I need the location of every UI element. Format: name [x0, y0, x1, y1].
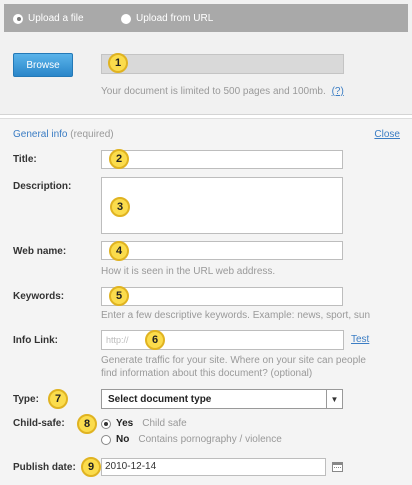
type-selected-value: Select document type — [108, 393, 212, 405]
limit-text: Your document is limited to 500 pages an… — [101, 86, 326, 97]
general-info-panel: General info (required) Close Title: 2 D… — [0, 118, 412, 485]
upload-url-label: Upload from URL — [136, 13, 214, 24]
infolink-label: Info Link: — [13, 335, 58, 346]
infolink-hint-line2: find information about this document? (o… — [101, 368, 313, 379]
keywords-hint: Enter a few descriptive keywords. Exampl… — [101, 310, 371, 321]
help-link[interactable]: (?) — [332, 86, 344, 97]
file-path-field[interactable] — [101, 54, 344, 74]
marker-9: 9 — [81, 457, 101, 477]
webname-label: Web name: — [13, 246, 67, 257]
infolink-input[interactable]: http:// — [101, 330, 344, 350]
no-label: No — [116, 434, 130, 445]
heading-text: General info — [13, 129, 68, 140]
marker-6: 6 — [145, 330, 165, 350]
marker-2: 2 — [109, 149, 129, 169]
upload-panel: Upload a file Upload from URL Browse 1 Y… — [0, 0, 412, 115]
childsafe-yes-option[interactable]: Yes Child safe — [101, 418, 187, 429]
marker-1: 1 — [108, 53, 128, 73]
no-description: Contains pornography / violence — [138, 434, 282, 445]
upload-file-radio[interactable]: Upload a file — [13, 13, 84, 24]
childsafe-no-option[interactable]: No Contains pornography / violence — [101, 434, 282, 445]
upload-url-radio[interactable]: Upload from URL — [121, 13, 213, 24]
calendar-icon[interactable] — [332, 462, 343, 472]
infolink-placeholder: http:// — [106, 335, 129, 345]
publish-date-label: Publish date: — [13, 462, 76, 473]
yes-label: Yes — [116, 418, 134, 429]
childsafe-label: Child-safe: — [13, 418, 65, 429]
title-label: Title: — [13, 154, 37, 165]
radio-selected-icon — [101, 418, 111, 429]
section-heading: General info (required) — [13, 129, 114, 140]
marker-7: 7 — [48, 389, 68, 409]
upload-source-bar: Upload a file Upload from URL — [4, 4, 408, 32]
keywords-input[interactable] — [101, 287, 343, 306]
marker-5: 5 — [109, 286, 129, 306]
description-textarea[interactable] — [101, 177, 343, 234]
marker-3: 3 — [110, 197, 130, 217]
marker-8: 8 — [77, 414, 97, 434]
webname-hint: How it is seen in the URL web address. — [101, 266, 276, 277]
title-input[interactable] — [101, 150, 343, 169]
browse-button[interactable]: Browse — [13, 53, 73, 77]
type-label: Type: — [13, 394, 39, 405]
radio-selected-icon — [13, 13, 23, 24]
close-link[interactable]: Close — [374, 129, 400, 140]
webname-input[interactable] — [101, 241, 343, 260]
keywords-label: Keywords: — [13, 291, 65, 302]
infolink-hint-line1: Generate traffic for your site. Where on… — [101, 355, 366, 366]
upload-file-label: Upload a file — [28, 13, 84, 24]
radio-unselected-icon — [101, 434, 111, 445]
upload-limit-note: Your document is limited to 500 pages an… — [101, 86, 344, 97]
publish-date-input[interactable]: 2010-12-14 — [101, 458, 326, 476]
description-label: Description: — [13, 181, 72, 192]
test-link[interactable]: Test — [351, 334, 369, 345]
marker-4: 4 — [109, 241, 129, 261]
document-type-select[interactable]: Select document type ▼ — [101, 389, 343, 409]
radio-unselected-icon — [121, 13, 131, 24]
yes-description: Child safe — [142, 418, 187, 429]
dropdown-arrow-icon: ▼ — [326, 390, 342, 408]
required-text: (required) — [70, 129, 114, 140]
